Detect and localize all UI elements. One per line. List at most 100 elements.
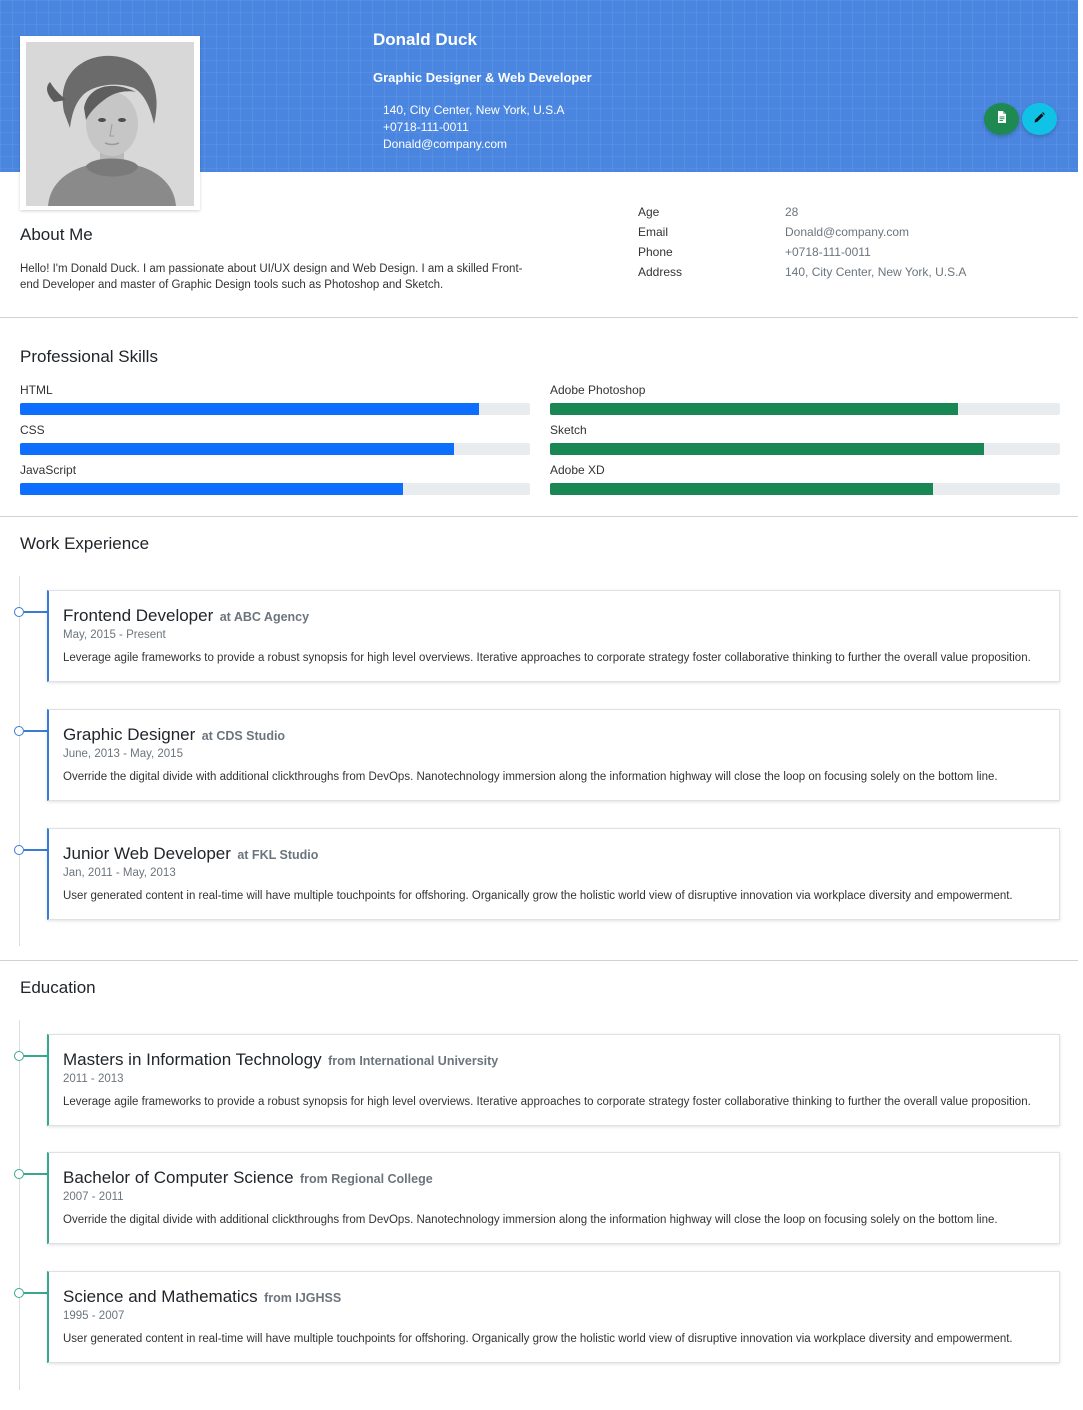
timeline-item: Junior Web Developer at FKL Studio Jan, … bbox=[0, 828, 1078, 921]
skill-item: JavaScript bbox=[20, 463, 530, 503]
card-heading: Masters in Information Technology from I… bbox=[63, 1050, 498, 1070]
skill-progress-fill bbox=[550, 483, 933, 495]
skill-item: CSS bbox=[20, 423, 530, 463]
skill-progress-fill bbox=[550, 443, 984, 455]
header-address: 140, City Center, New York, U.S.A bbox=[383, 103, 565, 117]
description: Leverage agile frameworks to provide a r… bbox=[63, 652, 1031, 664]
education-title: Education bbox=[20, 978, 96, 997]
info-table: Age 28 Email Donald@company.com Phone +0… bbox=[638, 202, 966, 282]
skill-item: Sketch bbox=[550, 423, 1060, 463]
skill-progress-fill bbox=[20, 483, 403, 495]
profile-photo-frame bbox=[20, 36, 200, 210]
timeline-item: Science and Mathematics from IJGHSS 1995… bbox=[0, 1271, 1078, 1364]
description: User generated content in real-time will… bbox=[63, 890, 1013, 902]
institution-name: from IJGHSS bbox=[264, 1291, 342, 1305]
skill-name: HTML bbox=[20, 383, 53, 397]
skill-progress-track bbox=[20, 483, 530, 495]
skill-progress-fill bbox=[20, 403, 479, 415]
header-email[interactable]: Donald@company.com bbox=[383, 136, 564, 153]
skill-progress-track bbox=[20, 443, 530, 455]
card-heading: Junior Web Developer at FKL Studio bbox=[63, 844, 318, 864]
description: Override the digital divide with additio… bbox=[63, 771, 998, 783]
skills-column-right: Adobe Photoshop Sketch Adobe XD bbox=[550, 383, 1060, 503]
job-title: Frontend Developer bbox=[63, 606, 214, 625]
info-label: Email bbox=[638, 225, 669, 239]
description: Override the digital divide with additio… bbox=[63, 1214, 998, 1226]
experience-card: Graphic Designer at CDS Studio June, 201… bbox=[47, 709, 1060, 801]
card-heading: Graphic Designer at CDS Studio bbox=[63, 725, 285, 745]
timeline-connector bbox=[24, 1292, 48, 1294]
skill-item: HTML bbox=[20, 383, 530, 423]
work-timeline: Frontend Developer at ABC Agency May, 20… bbox=[0, 576, 1078, 946]
document-icon bbox=[997, 110, 1007, 128]
skill-progress-track bbox=[550, 443, 1060, 455]
education-card: Bachelor of Computer Science from Region… bbox=[47, 1152, 1060, 1244]
profile-photo bbox=[26, 42, 194, 206]
timeline-connector bbox=[24, 611, 48, 613]
degree-title: Bachelor of Computer Science bbox=[63, 1168, 294, 1187]
timeline-item: Frontend Developer at ABC Agency May, 20… bbox=[0, 590, 1078, 683]
company-name: at ABC Agency bbox=[219, 610, 310, 624]
degree-title: Science and Mathematics bbox=[63, 1287, 258, 1306]
info-value: 28 bbox=[785, 205, 799, 219]
date-range: 1995 - 2007 bbox=[63, 1310, 125, 1322]
description: User generated content in real-time will… bbox=[63, 1333, 1013, 1345]
skill-progress-track bbox=[550, 483, 1060, 495]
skill-progress-fill bbox=[550, 403, 958, 415]
skill-progress-track bbox=[20, 403, 530, 415]
skill-item: Adobe XD bbox=[550, 463, 1060, 503]
skills-title: Professional Skills bbox=[20, 347, 158, 366]
degree-title: Masters in Information Technology bbox=[63, 1050, 322, 1069]
timeline-dot bbox=[14, 1051, 24, 1061]
date-range: June, 2013 - May, 2015 bbox=[63, 748, 183, 760]
company-name: at CDS Studio bbox=[201, 729, 286, 743]
job-title: Graphic Designer bbox=[63, 725, 196, 744]
info-label: Address bbox=[638, 265, 683, 279]
card-heading: Science and Mathematics from IJGHSS bbox=[63, 1287, 341, 1307]
timeline-connector bbox=[24, 849, 48, 851]
skill-name: JavaScript bbox=[20, 463, 77, 477]
timeline-connector bbox=[24, 1173, 48, 1175]
timeline-dot bbox=[14, 845, 24, 855]
info-value[interactable]: Donald@company.com bbox=[785, 222, 909, 242]
skill-progress-track bbox=[550, 403, 1060, 415]
skill-name: Sketch bbox=[550, 423, 587, 437]
job-title: Junior Web Developer bbox=[63, 844, 231, 863]
company-name: at FKL Studio bbox=[237, 848, 319, 862]
date-range: Jan, 2011 - May, 2013 bbox=[63, 867, 176, 879]
description: Leverage agile frameworks to provide a r… bbox=[63, 1096, 1031, 1108]
info-label: Age bbox=[638, 205, 660, 219]
date-range: May, 2015 - Present bbox=[63, 629, 166, 641]
download-cv-button[interactable] bbox=[984, 103, 1019, 135]
profile-role: Graphic Designer & Web Developer bbox=[373, 70, 592, 85]
section-divider bbox=[0, 516, 1078, 517]
info-label: Phone bbox=[638, 245, 673, 259]
info-row-address: Address 140, City Center, New York, U.S.… bbox=[638, 262, 966, 282]
work-title: Work Experience bbox=[20, 534, 150, 553]
header-phone: +0718-111-0011 bbox=[383, 120, 469, 134]
section-divider bbox=[0, 960, 1078, 961]
edit-profile-button[interactable] bbox=[1022, 103, 1057, 135]
skill-name: Adobe XD bbox=[550, 463, 605, 477]
profile-name: Donald Duck bbox=[373, 30, 477, 49]
skill-progress-fill bbox=[20, 443, 454, 455]
about-text: Hello! I'm Donald Duck. I am passionate … bbox=[20, 263, 523, 291]
institution-name: from Regional College bbox=[300, 1172, 433, 1186]
info-row-age: Age 28 bbox=[638, 202, 966, 222]
skill-name: Adobe Photoshop bbox=[550, 383, 646, 397]
education-timeline: Masters in Information Technology from I… bbox=[0, 1020, 1078, 1390]
skills-column-left: HTML CSS JavaScript bbox=[20, 383, 530, 503]
about-title: About Me bbox=[20, 225, 93, 244]
card-heading: Frontend Developer at ABC Agency bbox=[63, 606, 309, 626]
date-range: 2011 - 2013 bbox=[63, 1073, 124, 1085]
skill-name: CSS bbox=[20, 423, 45, 437]
skill-item: Adobe Photoshop bbox=[550, 383, 1060, 423]
timeline-dot bbox=[14, 726, 24, 736]
timeline-item: Graphic Designer at CDS Studio June, 201… bbox=[0, 709, 1078, 802]
education-card: Science and Mathematics from IJGHSS 1995… bbox=[47, 1271, 1060, 1363]
education-card: Masters in Information Technology from I… bbox=[47, 1034, 1060, 1126]
date-range: 2007 - 2011 bbox=[63, 1191, 124, 1203]
info-value: 140, City Center, New York, U.S.A bbox=[785, 265, 967, 279]
info-row-email: Email Donald@company.com bbox=[638, 222, 966, 242]
header-contact: 140, City Center, New York, U.S.A +0718-… bbox=[383, 102, 564, 153]
